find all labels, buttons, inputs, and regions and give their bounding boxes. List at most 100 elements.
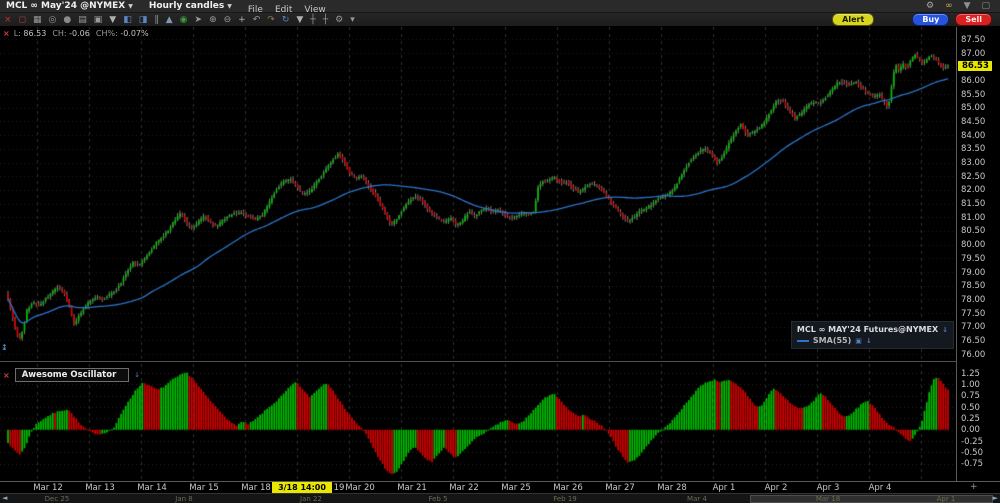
oscillator-tick-label: 0.50 [961, 402, 980, 413]
axis-scale-left-icon[interactable]: ┼ [310, 15, 315, 25]
undo-icon[interactable]: ↶ [253, 15, 261, 25]
grid-icon[interactable]: ▦ [33, 15, 42, 25]
x-date-label: Mar 20 [345, 483, 375, 493]
folder-icon[interactable]: ▤ [78, 15, 87, 25]
fullscreen-icon[interactable]: ▢ [981, 1, 990, 11]
quote-board-icon[interactable]: ◎ [49, 15, 57, 25]
scrollbar-date-label: Mar 4 [687, 495, 707, 503]
info-item: CH%: -0.07% [96, 29, 149, 38]
selection-frame-icon[interactable]: ◻ [19, 15, 26, 25]
chartbook-icon[interactable]: ◧ [123, 15, 132, 25]
selected-bar-timestamp: 3/18 14:00 [272, 482, 332, 493]
oscillator-tick-label: -0.75 [961, 459, 983, 470]
circle-tool-icon[interactable]: ● [63, 15, 71, 25]
scrollbar-left-arrow-icon[interactable]: ◄ [2, 494, 7, 502]
globe-icon[interactable]: ◉ [180, 15, 188, 25]
candles-icon[interactable]: ∥ [154, 15, 159, 25]
scrollbar-date-label: Mar 18 [815, 495, 841, 503]
symbol-selector[interactable]: MCL ∞ May'24 @NYMEX ▼ [6, 1, 133, 11]
price-tick-label: 79.50 [961, 253, 986, 264]
buy-button[interactable]: Buy [912, 13, 950, 26]
scrollbar-right-arrow-icon[interactable]: ► [993, 494, 998, 502]
tools-icon[interactable]: ⚙ [335, 15, 343, 25]
chart-scrollbar[interactable]: ◄ ► Dec 25 Jan 8 Jan 22 Feb 5 Feb 19 Mar 4 Mar 1… [0, 493, 1000, 503]
timeframe-selector[interactable]: Hourly candles ▼ [149, 1, 232, 11]
price-tick-label: 83.00 [961, 158, 986, 169]
close-study-icon[interactable]: × [3, 29, 10, 38]
zoom-in-icon[interactable]: ⊕ [209, 15, 217, 25]
collapse-arrow-icon[interactable]: ↓ [942, 326, 948, 334]
close-oscillator-icon[interactable]: × [3, 371, 10, 380]
price-tick-label: 81.00 [961, 212, 986, 223]
crosshair-icon[interactable]: + [238, 15, 246, 25]
sell-button[interactable]: Sell [955, 13, 992, 26]
scrollbar-date-label: Jan 22 [300, 495, 322, 503]
scrollbar-date-label: Feb 19 [553, 495, 577, 503]
oscillator-title[interactable]: Awesome Oscillator [14, 368, 130, 382]
price-tick-label: 84.50 [961, 116, 986, 127]
price-axis[interactable]: 87.50 87.00 86.00 85.50 85.00 84.50 84.00 83.50… [956, 27, 1000, 481]
x-date-label: 19 [333, 483, 345, 493]
price-info-line: × L: 86.53 CH: -0.06 CH%: -0.07% [3, 29, 149, 38]
scale-lock-icon[interactable]: ↨ [1, 343, 8, 352]
link-icon[interactable]: ∞ [945, 1, 953, 11]
add-symbol-button[interactable]: + [970, 482, 978, 492]
date-axis[interactable]: Mar 12 Mar 13 Mar 14 Mar 15 Mar 18 19 Mar 20 Ma… [0, 481, 1000, 493]
chart-legend: MCL ∞ MAY'24 Futures@NYMEX ↓ SMA(55) ▣ ↓ [790, 321, 954, 349]
gear-icon[interactable]: ⚙ [926, 1, 934, 11]
price-tick-label: 87.00 [961, 48, 986, 59]
x-date-label: Mar 18 [241, 483, 271, 493]
legend-symbol-row[interactable]: MCL ∞ MAY'24 Futures@NYMEX ↓ [797, 324, 948, 335]
close-chart-icon[interactable]: × [4, 15, 12, 25]
menu-bar: MCL ∞ May'24 @NYMEX ▼ Hourly candles ▼ Fil… [0, 0, 1000, 15]
x-date-label: Apr 4 [868, 483, 892, 493]
info-item: L: 86.53 [14, 29, 47, 38]
snapshot-icon[interactable]: ▣ [94, 15, 103, 25]
pane-divider[interactable] [0, 361, 1000, 364]
price-tick-label: 78.50 [961, 281, 986, 292]
redo-icon[interactable]: ↷ [267, 15, 275, 25]
price-tick-label: 86.00 [961, 75, 986, 86]
sma-line-swatch [796, 339, 809, 342]
price-tick-label: 76.50 [961, 335, 986, 346]
x-date-label: Mar 15 [189, 483, 219, 493]
info-label: CH: [52, 29, 70, 38]
price-tick-label: 78.00 [961, 294, 986, 305]
oscillator-tick-label: 0.00 [961, 425, 980, 436]
oscillator-tick-label: -0.50 [961, 447, 983, 458]
filter-icon[interactable]: ▼ [109, 15, 116, 25]
price-tick-label: 80.50 [961, 226, 986, 237]
info-label: CH%: [95, 29, 121, 38]
filter2-icon[interactable]: ▼ [296, 15, 303, 25]
price-tick-label: 82.50 [961, 171, 986, 182]
chart-window-icon[interactable]: ◨ [139, 15, 148, 25]
info-item: CH: -0.06 [52, 29, 90, 38]
dropdown-caret-icon[interactable]: ▼ [964, 1, 971, 11]
price-tick-label: 84.00 [961, 130, 986, 141]
legend-sma-row[interactable]: SMA(55) ▣ ↓ [796, 335, 948, 346]
oscillator-canvas[interactable] [0, 364, 956, 481]
price-info-values: L: 86.53 CH: -0.06 CH%: -0.07% [14, 29, 149, 38]
price-tick-label: 79.00 [961, 267, 986, 278]
info-value: -0.07% [120, 29, 149, 38]
price-tick-label: 87.50 [961, 34, 986, 45]
toolbar: × ◻ ▦ ◎ ● ▤ ▣ ▼ ◧ ◨ ∥ ▲ ◉ ➤ ⊕ ⊖ + ↶ ↷ ↻ ▼ ┼ ┼ ⚙ ▾ Alert Buy Sell [0, 13, 1000, 27]
price-chart-canvas[interactable] [0, 27, 956, 361]
legend-settings-icon[interactable]: ▣ [855, 337, 862, 345]
zoom-out-icon[interactable]: ⊖ [224, 15, 232, 25]
refresh-icon[interactable]: ↻ [282, 15, 290, 25]
legend-sma-label: SMA(55) [812, 336, 852, 345]
last-price-tag: 86.53 [958, 60, 992, 71]
trendline-icon[interactable]: ▲ [166, 15, 173, 25]
collapse-arrow-icon[interactable]: ↓ [134, 371, 140, 379]
x-date-label: Mar 25 [501, 483, 531, 493]
pointer-tool-icon[interactable]: ➤ [195, 15, 203, 25]
tools-caret-icon[interactable]: ▾ [350, 15, 355, 25]
x-date-label: Mar 27 [605, 483, 635, 493]
collapse-arrow-icon[interactable]: ↓ [866, 337, 872, 345]
scrollbar-thumb[interactable] [750, 495, 993, 503]
axis-scale-right-icon[interactable]: ┼ [323, 15, 328, 25]
scrollbar-date-label: Jan 8 [175, 495, 193, 503]
info-value: -0.06 [69, 29, 90, 38]
alert-button[interactable]: Alert [832, 13, 875, 26]
